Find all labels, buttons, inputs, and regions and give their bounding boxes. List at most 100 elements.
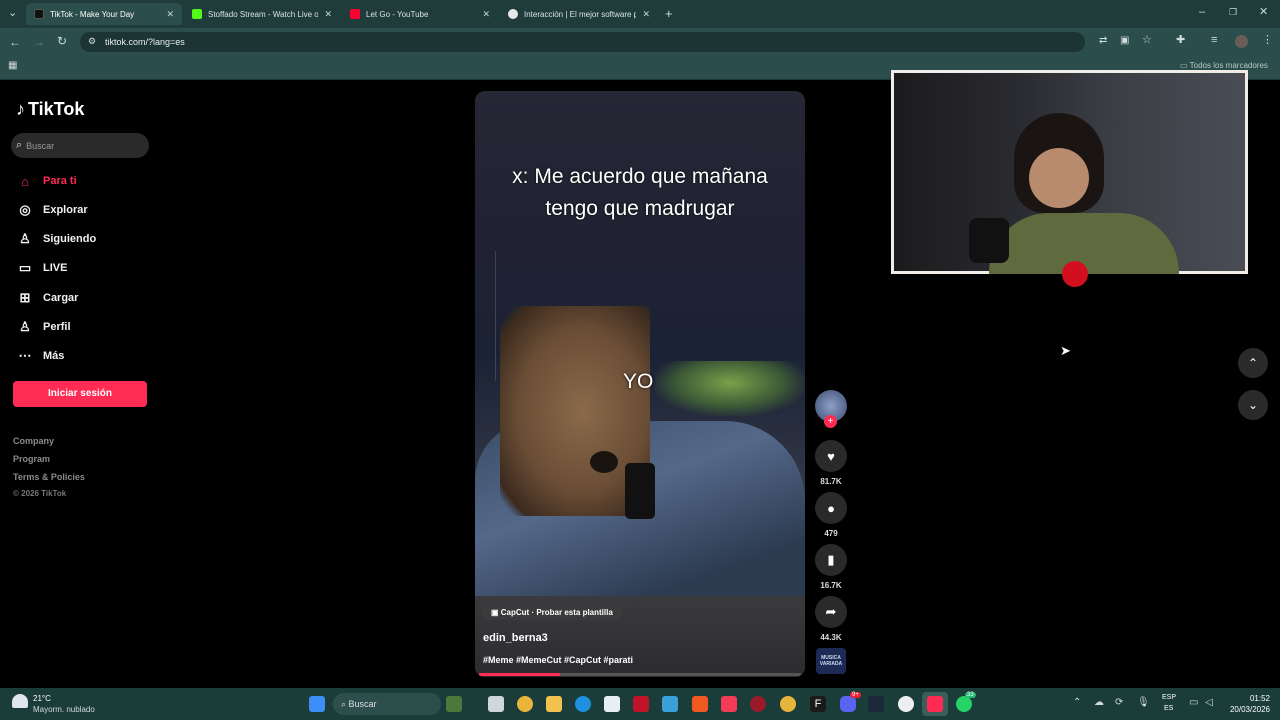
f-app-icon[interactable]: F (810, 696, 826, 712)
close-tab-icon[interactable]: ✕ (642, 9, 650, 20)
windows-start-icon[interactable] (309, 696, 325, 712)
task-view-icon[interactable] (488, 696, 504, 712)
close-window-button[interactable]: ✕ (1259, 7, 1268, 18)
nav-explorar[interactable]: ◎ Explorar (16, 199, 87, 221)
previous-video-button[interactable]: ⌃ (1238, 348, 1268, 378)
all-bookmarks-button[interactable]: ▭ Todos los marcadores (1180, 61, 1268, 70)
weather-temp[interactable]: 21°C (33, 694, 51, 703)
minimize-button[interactable]: – (1199, 7, 1205, 18)
nav-label: Siguiendo (43, 233, 97, 245)
address-bar[interactable]: tiktok.com/?lang=es (80, 32, 1085, 52)
extensions-icon[interactable]: ✚ (1176, 35, 1185, 46)
red-splatter-decoration (1062, 261, 1088, 287)
video-player[interactable]: x: Me acuerdo que mañana tengo que madru… (475, 91, 805, 677)
steam-icon[interactable] (868, 696, 884, 712)
restore-button[interactable]: ❐ (1229, 8, 1237, 17)
clock-date[interactable]: 20/03/2026 (1218, 705, 1270, 714)
interaccion-favicon-icon (508, 9, 518, 19)
comment-button[interactable]: ● (815, 492, 847, 524)
chevron-up-icon: ⌃ (1247, 356, 1259, 370)
footer-link-company[interactable]: Company (13, 436, 54, 446)
volume-icon[interactable]: ◁ (1205, 698, 1213, 708)
tiktok-search-bar[interactable]: ⌕ Buscar (11, 133, 149, 158)
chrome-menu-icon[interactable]: ⋮ (1262, 35, 1273, 46)
nav-live[interactable]: ▭ LIVE (16, 257, 68, 279)
edge-icon[interactable] (575, 696, 591, 712)
close-tab-icon[interactable]: ✕ (324, 9, 332, 20)
share-button[interactable]: ➦ (815, 596, 847, 628)
language-indicator-bottom[interactable]: ES (1164, 705, 1173, 712)
tab-youtube[interactable]: Let Go - YouTube ✕ (342, 3, 498, 25)
media-control-icon[interactable]: ≡ (1211, 35, 1217, 46)
tray-chevron-up-icon[interactable]: ⌃ (1073, 698, 1081, 708)
taskbar-search[interactable]: ⌕ Buscar (333, 693, 441, 715)
copyright-text: © 2026 TikTok (13, 489, 67, 498)
sync-tray-icon[interactable]: ⟳ (1115, 698, 1123, 708)
tiktok-taskbar-icon[interactable] (927, 696, 943, 712)
red-app-icon[interactable] (633, 696, 649, 712)
follow-plus-icon[interactable]: + (824, 415, 837, 428)
save-button[interactable]: ▮ (815, 544, 847, 576)
forward-button[interactable]: → (33, 36, 45, 48)
apps-grid-icon[interactable]: ▦ (8, 61, 17, 71)
app-icon[interactable] (662, 696, 678, 712)
nav-mas[interactable]: ⋯ Más (16, 345, 65, 367)
search-icon: ⌕ (16, 139, 23, 151)
login-button[interactable]: Iniciar sesión (13, 381, 147, 407)
video-author[interactable]: edin_berna3 (483, 632, 548, 644)
nav-perfil[interactable]: ♙ Perfil (16, 316, 70, 338)
tab-interaccion[interactable]: Interacción | El mejor software p ✕ (500, 3, 658, 25)
network-icon[interactable]: ▭ (1189, 698, 1198, 708)
whatsapp-icon[interactable] (956, 696, 972, 712)
profile-avatar[interactable] (1235, 35, 1248, 48)
footer-link-program[interactable]: Program (13, 454, 50, 464)
video-caption-line2: tengo que madrugar (545, 197, 735, 220)
install-app-icon[interactable]: ▣ (1120, 36, 1129, 46)
nav-label: LIVE (43, 262, 68, 274)
chrome-taskbar-icon-2[interactable] (780, 696, 796, 712)
mic-tray-icon[interactable]: 🎙 (1137, 698, 1150, 708)
site-info-icon[interactable]: ⚙ (88, 37, 96, 46)
music-app-icon[interactable] (721, 696, 737, 712)
bookmark-star-icon[interactable]: ☆ (1142, 35, 1152, 46)
widgets-icon[interactable] (446, 696, 462, 712)
nav-siguiendo[interactable]: ♙ Siguiendo (16, 228, 96, 250)
music-disc[interactable]: MUSICA VARIADA (816, 648, 846, 674)
reload-button[interactable]: ↻ (57, 35, 67, 47)
obs-icon[interactable] (898, 696, 914, 712)
tab-tiktok[interactable]: TikTok - Make Your Day ✕ (26, 3, 182, 25)
phone-image (625, 463, 655, 519)
tab-kick[interactable]: Stoffado Stream - Watch Live o ✕ (184, 3, 340, 25)
upload-icon: ⊞ (19, 290, 31, 305)
video-hashtags[interactable]: #Meme #MemeCut #CapCut #parati (483, 655, 633, 665)
app-orange-icon[interactable] (692, 696, 708, 712)
nav-para-ti[interactable]: ⌂ Para ti (16, 170, 77, 192)
tab-search-chevron-icon[interactable]: ⌄ (8, 8, 17, 19)
new-tab-button[interactable]: + (665, 7, 673, 20)
tiktok-logo[interactable]: ♪ TikTok (16, 99, 84, 120)
save-count: 16.7K (820, 581, 842, 590)
next-video-button[interactable]: ⌄ (1238, 390, 1268, 420)
bookmarks-label: Todos los marcadores (1189, 61, 1268, 70)
translate-icon[interactable]: ⇄ (1099, 36, 1107, 46)
nav-cargar[interactable]: ⊞ Cargar (16, 287, 79, 309)
weather-desc[interactable]: Mayorm. nublado (33, 705, 95, 714)
clock-time[interactable]: 01:52 (1230, 694, 1270, 703)
discord-icon[interactable] (840, 696, 856, 712)
language-indicator-top[interactable]: ESP (1162, 694, 1176, 701)
search-input[interactable]: Buscar (26, 141, 54, 151)
folder-icon: ▭ (1180, 61, 1190, 70)
file-explorer-icon[interactable] (546, 696, 562, 712)
close-tab-icon[interactable]: ✕ (482, 9, 490, 20)
capcut-template-badge[interactable]: ▣ CapCut · Probar esta plantilla (483, 605, 621, 620)
like-button[interactable]: ♥ (815, 440, 847, 472)
close-tab-icon[interactable]: ✕ (166, 9, 174, 20)
cloud-tray-icon[interactable]: ☁ (1094, 698, 1104, 708)
chrome-taskbar-icon[interactable] (517, 696, 533, 712)
opera-icon[interactable] (750, 696, 766, 712)
video-progress-track[interactable] (479, 673, 801, 676)
back-button[interactable]: ← (9, 36, 21, 48)
footer-link-terms[interactable]: Terms & Policies (13, 472, 85, 482)
store-icon[interactable] (604, 696, 620, 712)
taskbar-search-input[interactable]: Buscar (349, 699, 377, 709)
